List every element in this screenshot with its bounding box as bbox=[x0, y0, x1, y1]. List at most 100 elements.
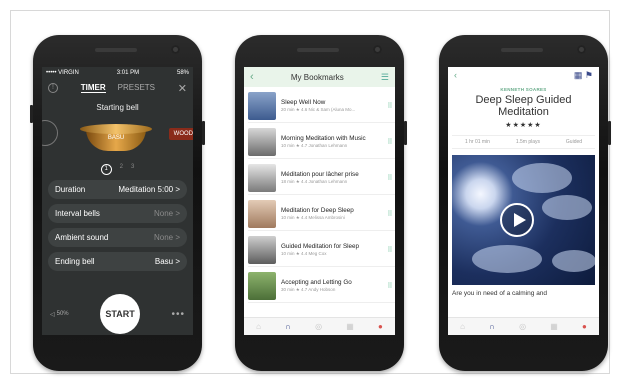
list-item[interactable]: Accepting and Letting Go 30 min ★ 4.7 An… bbox=[248, 270, 395, 303]
item-info: Morning Meditation with Music 10 min ★ 4… bbox=[281, 135, 385, 150]
thumbnail bbox=[248, 272, 276, 300]
track-screen: ‹ ▦ ⚑ KENNETH SOARES Deep Sleep Guided M… bbox=[448, 67, 599, 335]
duration-row[interactable]: Duration Meditation 5:00 > bbox=[48, 180, 187, 199]
item-title: Meditation for Deep Sleep bbox=[281, 206, 354, 214]
list-item[interactable]: Méditation pour lâcher prise 18 min ★ 4.… bbox=[248, 162, 395, 195]
side-button bbox=[404, 121, 407, 145]
item-info: Sleep Well Now 20 min ★ 4.6 Nic & Sam (A… bbox=[281, 99, 385, 114]
row-label: Ending bell bbox=[55, 257, 95, 266]
speaker bbox=[501, 48, 543, 52]
volume-control[interactable]: ◁ 50% bbox=[50, 311, 69, 318]
filter-icon[interactable]: ☰ bbox=[381, 72, 389, 83]
page-dot[interactable]: 3 bbox=[131, 164, 134, 175]
list-item[interactable]: Guided Meditation for Sleep 10 min ★ 4.4… bbox=[248, 234, 395, 267]
tab-timer[interactable]: TIMER bbox=[80, 83, 106, 93]
thumbnail bbox=[248, 128, 276, 156]
list-item[interactable]: Morning Meditation with Music 10 min ★ 4… bbox=[248, 126, 395, 159]
grid-icon[interactable]: ▦ bbox=[574, 70, 583, 80]
tab-bar: ⌂ ∩ ◎ ▦ ● bbox=[448, 317, 599, 335]
info-icon[interactable]: ! bbox=[48, 83, 58, 93]
timer-nav: ! TIMER PRESETS ✕ bbox=[42, 79, 193, 97]
item-meta: 18 min ★ 4.4 Jonathan Lehmann bbox=[281, 179, 348, 185]
grid-icon[interactable]: ▦ bbox=[346, 322, 354, 331]
track-title: Deep Sleep Guided Meditation bbox=[475, 94, 572, 118]
row-label: Interval bells bbox=[55, 209, 100, 218]
row-value: None > bbox=[153, 233, 180, 242]
track-type: Guided bbox=[565, 139, 583, 145]
row-value: Meditation 5:00 > bbox=[118, 185, 180, 194]
row-value: Basu > bbox=[154, 257, 180, 266]
mallet-icon bbox=[42, 120, 58, 146]
row-value: None > bbox=[153, 209, 180, 218]
page-dot-active[interactable]: 1 bbox=[100, 164, 112, 175]
ambient-sound-row[interactable]: Ambient sound None > bbox=[48, 228, 187, 247]
list-item[interactable]: Meditation for Deep Sleep 10 min ★ 4.4 M… bbox=[248, 198, 395, 231]
camera bbox=[171, 45, 180, 54]
status-bar: ••••• VIRGIN 3:01 PM 58% bbox=[42, 67, 193, 79]
back-icon[interactable]: ‹ bbox=[250, 71, 254, 83]
track-meta: 1 hr 01 min 1.5m plays Guided bbox=[452, 135, 595, 149]
tabs: TIMER PRESETS bbox=[80, 83, 155, 93]
item-menu-icon[interactable]: ⠿ bbox=[385, 282, 395, 290]
volume-level: 50% bbox=[56, 311, 69, 317]
headphones-icon[interactable]: ∩ bbox=[489, 322, 495, 331]
item-title: Guided Meditation for Sleep bbox=[281, 242, 360, 250]
headphones-icon[interactable]: ∩ bbox=[285, 322, 291, 331]
item-title: Morning Meditation with Music bbox=[281, 134, 366, 142]
thumbnail bbox=[248, 200, 276, 228]
compass-icon[interactable]: ◎ bbox=[519, 322, 526, 331]
item-menu-icon[interactable]: ⠿ bbox=[385, 102, 395, 110]
item-title: Accepting and Letting Go bbox=[281, 278, 352, 286]
item-menu-icon[interactable]: ⠿ bbox=[385, 210, 395, 218]
item-info: Meditation for Deep Sleep 10 min ★ 4.4 M… bbox=[281, 207, 385, 222]
play-button[interactable] bbox=[500, 203, 534, 237]
side-button bbox=[608, 121, 611, 145]
thumbnail bbox=[248, 236, 276, 264]
item-menu-icon[interactable]: ⠿ bbox=[385, 138, 395, 146]
item-meta: 10 min ★ 4.4 Meg Cox bbox=[281, 251, 327, 257]
timer-controls: ◁ 50% START ••• bbox=[42, 293, 193, 335]
speaker-icon: ◁ bbox=[50, 311, 55, 318]
back-icon[interactable]: ‹ bbox=[454, 70, 457, 80]
home-icon[interactable]: ⌂ bbox=[256, 322, 261, 331]
page-dot[interactable]: 2 bbox=[120, 164, 123, 175]
home-icon[interactable]: ⌂ bbox=[460, 322, 465, 331]
bell-pager: 1 2 3 bbox=[42, 164, 193, 175]
ending-bell-row[interactable]: Ending bell Basu > bbox=[48, 252, 187, 271]
bookmarks-screen: ‹ My Bookmarks ☰ Sleep Well Now 20 min ★… bbox=[244, 67, 395, 335]
carrier: ••••• VIRGIN bbox=[46, 70, 79, 76]
item-meta: 10 min ★ 4.4 Melissa Ambrosini bbox=[281, 215, 345, 221]
item-meta: 20 min ★ 4.6 Nic & Sam (Aluna Mo... bbox=[281, 107, 356, 113]
thumbnail bbox=[248, 92, 276, 120]
page-title: My Bookmarks bbox=[290, 72, 344, 82]
profile-icon[interactable]: ● bbox=[378, 322, 383, 331]
author-name[interactable]: KENNETH SOARES bbox=[448, 87, 599, 92]
interval-bells-row[interactable]: Interval bells None > bbox=[48, 204, 187, 223]
battery: 58% bbox=[176, 70, 189, 76]
more-icon[interactable]: ••• bbox=[171, 309, 185, 320]
speaker bbox=[95, 48, 137, 52]
start-button[interactable]: START bbox=[100, 294, 141, 334]
item-info: Accepting and Letting Go 30 min ★ 4.7 An… bbox=[281, 279, 385, 294]
item-menu-icon[interactable]: ⠿ bbox=[385, 246, 395, 254]
cloud bbox=[542, 195, 592, 220]
item-title: Méditation pour lâcher prise bbox=[281, 170, 359, 178]
bell-carousel[interactable]: BASU WOOD bbox=[42, 118, 193, 162]
plays-count: 1.5m plays bbox=[515, 139, 541, 145]
list-item[interactable]: Sleep Well Now 20 min ★ 4.6 Nic & Sam (A… bbox=[248, 90, 395, 123]
row-label: Ambient sound bbox=[55, 233, 109, 242]
close-icon[interactable]: ✕ bbox=[178, 82, 187, 95]
grid-icon[interactable]: ▦ bbox=[550, 322, 558, 331]
tab-presets[interactable]: PRESETS bbox=[118, 83, 155, 93]
item-menu-icon[interactable]: ⠿ bbox=[385, 174, 395, 182]
profile-icon[interactable]: ● bbox=[582, 322, 587, 331]
compass-icon[interactable]: ◎ bbox=[315, 322, 322, 331]
item-info: Guided Meditation for Sleep 10 min ★ 4.4… bbox=[281, 243, 385, 258]
bell-label-next: WOOD bbox=[173, 131, 193, 137]
singing-bowl-icon[interactable]: BASU bbox=[80, 124, 152, 154]
phone-track-detail: ‹ ▦ ⚑ KENNETH SOARES Deep Sleep Guided M… bbox=[439, 35, 611, 371]
cloud bbox=[552, 250, 595, 272]
item-info: Méditation pour lâcher prise 18 min ★ 4.… bbox=[281, 171, 385, 186]
bookmark-icon[interactable]: ⚑ bbox=[585, 70, 593, 80]
bowl-rim bbox=[80, 124, 152, 134]
